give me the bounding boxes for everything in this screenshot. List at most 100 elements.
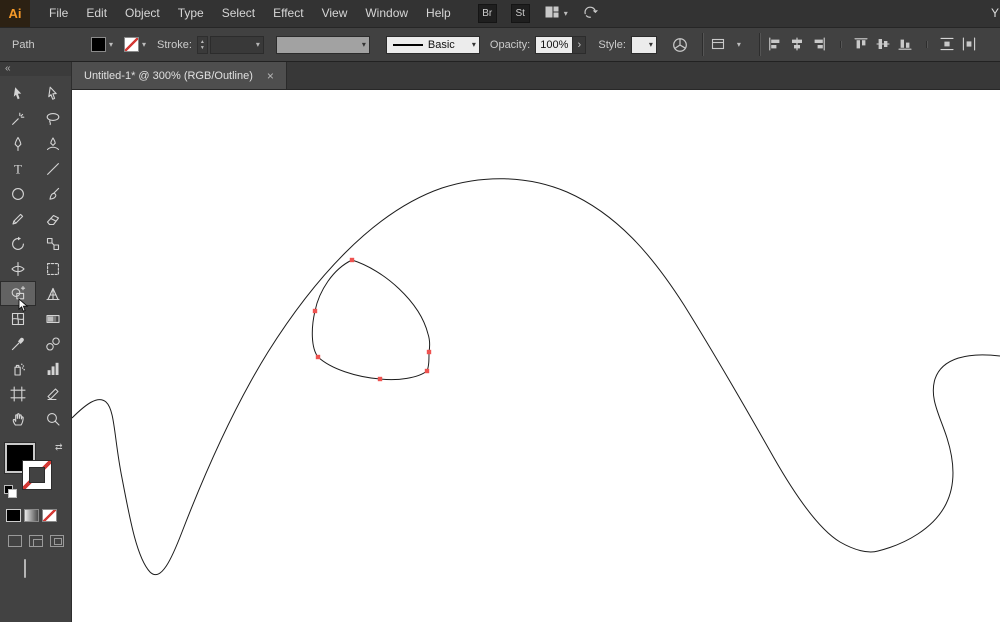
swap-fill-stroke-icon[interactable]: ⇄	[55, 442, 63, 453]
lasso-tool[interactable]	[36, 106, 72, 131]
stroke-swatch-hole	[29, 467, 45, 483]
workspace-icon	[544, 4, 560, 23]
gradient-button[interactable]	[24, 509, 39, 522]
shape-builder-tool[interactable]	[0, 281, 36, 306]
menu-file[interactable]: File	[40, 0, 77, 27]
scale-tool[interactable]	[36, 231, 72, 256]
close-tab-button[interactable]: ×	[267, 69, 274, 83]
align-middle-vertical-button[interactable]	[875, 36, 892, 53]
menu-view[interactable]: View	[313, 0, 357, 27]
fill-color-control[interactable]: ▾	[91, 37, 113, 52]
document-options-control[interactable]: ▾	[710, 36, 741, 54]
line-segment-tool[interactable]	[36, 156, 72, 181]
separator	[701, 33, 703, 56]
perspective-grid-tool[interactable]	[36, 281, 72, 306]
stroke-weight-label: Stroke:	[157, 38, 192, 51]
illustrator-logo: Ai	[0, 0, 30, 27]
color-button[interactable]	[6, 509, 21, 522]
chevron-down-icon: ▾	[361, 40, 366, 49]
stroke-weight-stepper[interactable]: ▲ ▼	[196, 35, 208, 54]
menu-select[interactable]: Select	[213, 0, 264, 27]
menu-effect[interactable]: Effect	[264, 0, 312, 27]
recolor-artwork-icon[interactable]	[671, 36, 689, 54]
eraser-tool[interactable]	[36, 206, 72, 231]
artwork-path[interactable]	[72, 178, 1000, 575]
selected-shape-path[interactable]	[311, 259, 431, 381]
tool-grid: T	[0, 76, 71, 431]
paintbrush-tool[interactable]	[36, 181, 72, 206]
draw-behind-button[interactable]	[29, 535, 43, 547]
opacity-input[interactable]: 100%	[535, 35, 574, 54]
free-transform-tool[interactable]	[36, 256, 72, 281]
align-left-button[interactable]	[767, 36, 784, 53]
chevron-down-icon[interactable]: ▾	[109, 40, 113, 49]
menu-type[interactable]: Type	[169, 0, 213, 27]
curvature-tool[interactable]	[36, 131, 72, 156]
pencil-tool[interactable]	[0, 206, 36, 231]
column-graph-tool[interactable]	[36, 356, 72, 381]
magic-wand-tool[interactable]	[0, 106, 36, 131]
pen-tool[interactable]	[0, 131, 36, 156]
menu-edit[interactable]: Edit	[77, 0, 116, 27]
slice-tool[interactable]	[36, 381, 72, 406]
brush-definition-select[interactable]: Basic ▾	[385, 35, 480, 54]
stroke-swatch[interactable]	[124, 37, 140, 52]
gradient-tool[interactable]	[36, 306, 72, 331]
artboard-svg	[72, 178, 1000, 575]
default-fill-stroke-icon[interactable]	[4, 485, 17, 498]
screen-mode-button[interactable]	[24, 559, 26, 578]
workspace-switcher[interactable]: ▾	[544, 4, 568, 23]
align-center-horizontal-button[interactable]	[789, 36, 806, 53]
draw-normal-button[interactable]	[8, 535, 22, 547]
selection-tool[interactable]	[0, 81, 36, 106]
color-mode-row	[0, 499, 71, 522]
style-select[interactable]: ▾	[630, 35, 657, 54]
separator	[839, 41, 841, 48]
stepper-down-icon[interactable]: ▼	[198, 45, 207, 51]
draw-inside-button[interactable]	[50, 535, 64, 547]
stroke-swatch[interactable]	[22, 460, 52, 490]
menu-help[interactable]: Help	[417, 0, 460, 27]
blend-tool[interactable]	[36, 331, 72, 356]
menu-window[interactable]: Window	[356, 0, 417, 27]
symbol-sprayer-tool[interactable]	[0, 356, 36, 381]
canvas[interactable]	[72, 90, 1000, 622]
chevron-down-icon: ▾	[471, 40, 476, 49]
separator	[758, 33, 760, 56]
align-right-button[interactable]	[811, 36, 828, 53]
chevron-down-icon[interactable]: ▾	[142, 40, 146, 49]
hand-tool[interactable]	[0, 406, 36, 431]
tools-panel: « T ⇄	[0, 62, 72, 622]
artboard-tool[interactable]	[0, 381, 36, 406]
direct-selection-tool[interactable]	[36, 81, 72, 106]
opacity-panel-arrow[interactable]: ›	[573, 35, 587, 54]
fill-stroke-indicator: ⇄	[0, 441, 71, 499]
type-tool[interactable]: T	[0, 156, 36, 181]
zoom-tool[interactable]	[36, 406, 72, 431]
variable-width-profile-select[interactable]: ▾	[275, 35, 370, 54]
anchor-points[interactable]	[312, 257, 432, 382]
eyedropper-tool[interactable]	[0, 331, 36, 356]
rotate-tool[interactable]	[0, 231, 36, 256]
none-button[interactable]	[42, 509, 57, 522]
graphic-styles-panel-button[interactable]: St	[510, 4, 530, 23]
width-tool[interactable]	[0, 256, 36, 281]
stroke-weight-select[interactable]: ▾	[209, 35, 264, 54]
mesh-tool[interactable]	[0, 306, 36, 331]
menu-object[interactable]: Object	[116, 0, 169, 27]
separator	[925, 41, 927, 48]
brush-definition-value: Basic	[427, 38, 455, 51]
illustrator-window: Ai File Edit Object Type Select Effect View Win…	[0, 0, 1000, 622]
default-stroke-square	[8, 489, 17, 498]
distribute-horizontal-centers-button[interactable]	[961, 36, 978, 53]
brushes-panel-button[interactable]: Br	[477, 4, 497, 23]
document-tab[interactable]: Untitled-1* @ 300% (RGB/Outline) ×	[72, 62, 287, 89]
align-top-button[interactable]	[853, 36, 870, 53]
sync-settings-icon[interactable]	[582, 4, 598, 23]
align-bottom-button[interactable]	[897, 36, 914, 53]
stroke-color-control[interactable]: ▾	[124, 37, 146, 52]
fill-swatch[interactable]	[91, 37, 106, 52]
ellipse-tool[interactable]	[0, 181, 36, 206]
collapse-panel-button[interactable]: «	[5, 63, 11, 74]
distribute-vertical-centers-button[interactable]	[939, 36, 956, 53]
